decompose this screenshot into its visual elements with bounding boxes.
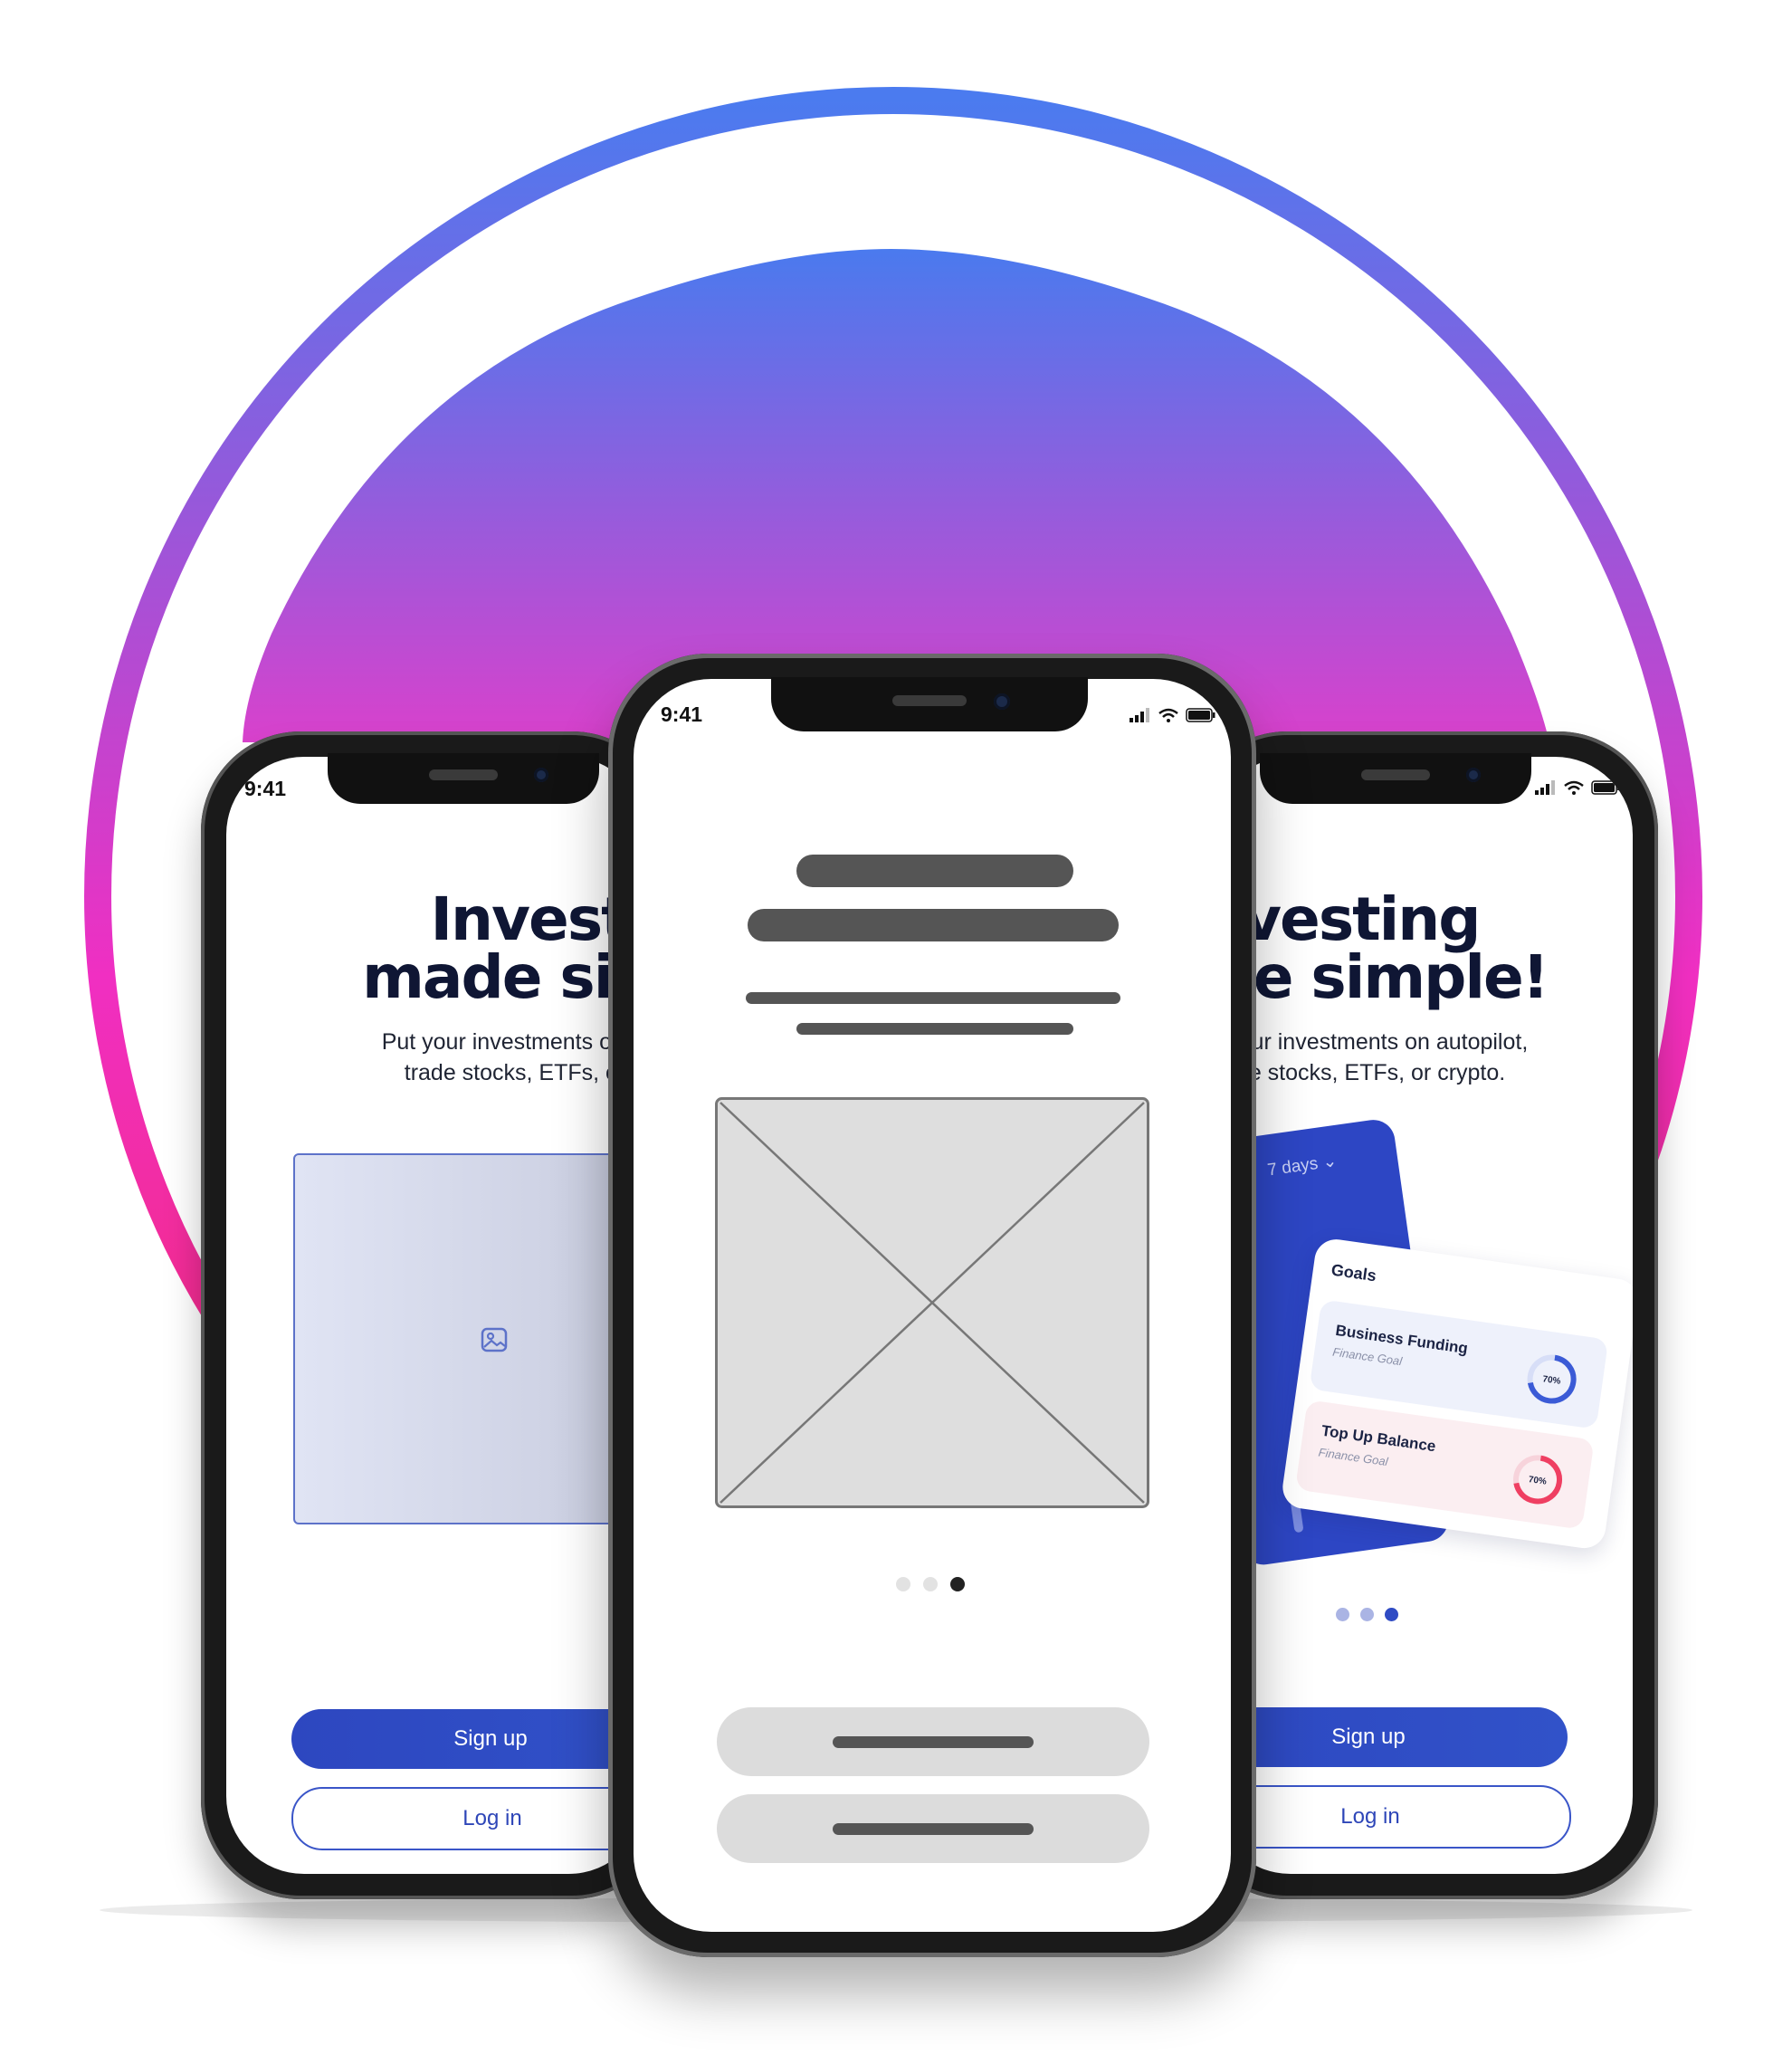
goal-percent: 70% — [1528, 1475, 1547, 1487]
wireframe-image-placeholder — [715, 1097, 1149, 1508]
signup-button[interactable]: Sign up — [291, 1709, 646, 1769]
wireframe-text-line-2 — [796, 1023, 1073, 1035]
status-icons — [1130, 708, 1216, 722]
status-icons — [1535, 780, 1620, 795]
right-phone: Investing made simple! Put your investme… — [1187, 731, 1658, 1899]
left-phone-screen: 9:41 Investing made simple! Put your inv… — [226, 757, 646, 1874]
wireframe-secondary-button[interactable] — [717, 1794, 1149, 1863]
page-dot-active[interactable] — [1385, 1608, 1398, 1621]
status-time: 9:41 — [244, 777, 287, 800]
wifi-icon — [1158, 708, 1178, 722]
page-dot[interactable] — [896, 1577, 910, 1591]
battery-icon — [1186, 708, 1215, 722]
signup-button[interactable]: Sign up — [1213, 1707, 1568, 1767]
goal-percent: 70% — [1542, 1374, 1561, 1387]
page-indicator — [896, 1577, 977, 1595]
notch — [328, 753, 599, 804]
subtext: Put your investments on autopilot, trade… — [1213, 1029, 1529, 1085]
progress-ring: 70% — [1513, 1455, 1563, 1505]
chevron-down-icon: ⌄ — [1320, 1151, 1339, 1173]
goal-subtitle: Finance Goal — [1317, 1445, 1389, 1469]
login-button[interactable]: Log in — [1213, 1785, 1571, 1849]
signal-icon — [1130, 708, 1149, 722]
battery-icon — [1591, 780, 1620, 795]
goal-subtitle: Finance Goal — [1331, 1344, 1404, 1369]
page-dot[interactable] — [1336, 1608, 1349, 1621]
status-time: 9:41 — [661, 702, 703, 726]
signal-icon — [1535, 780, 1555, 795]
right-phone-screen: Investing made simple! Put your investme… — [1213, 757, 1633, 1874]
page-indicator — [1336, 1608, 1444, 1626]
range-selector[interactable]: 7 days ⌄ — [1266, 1151, 1339, 1181]
wireframe-title-line-2 — [748, 909, 1119, 941]
page-dot[interactable] — [923, 1577, 938, 1591]
goals-title: Goals — [1330, 1260, 1378, 1285]
notch — [1260, 753, 1531, 804]
wireframe-button-label — [833, 1823, 1034, 1835]
wireframe-text-line-1 — [746, 992, 1120, 1004]
wifi-icon — [1564, 780, 1584, 795]
headline: Investing made simple! — [362, 884, 646, 1012]
login-button[interactable]: Log in — [291, 1787, 646, 1850]
image-icon — [481, 1327, 508, 1352]
goals-card: Goals Business Funding Finance Goal 70% … — [1280, 1237, 1633, 1552]
headline: Investing made simple! — [1213, 884, 1549, 1012]
page-dot-active[interactable] — [950, 1577, 965, 1591]
page-dot[interactable] — [1360, 1608, 1374, 1621]
wireframe-button-label — [833, 1736, 1034, 1748]
progress-ring: 70% — [1527, 1354, 1577, 1404]
wireframe-primary-button[interactable] — [717, 1707, 1149, 1776]
notch — [771, 677, 1088, 731]
left-phone: 9:41 Investing made simple! Put your inv… — [201, 731, 672, 1899]
center-phone-screen: 9:41 — [634, 679, 1231, 1932]
image-placeholder — [293, 1153, 646, 1524]
wireframe-title-line-1 — [796, 855, 1073, 887]
subtext: Put your investments on autopilot, trade… — [381, 1029, 646, 1085]
center-phone: 9:41 — [608, 654, 1256, 1957]
